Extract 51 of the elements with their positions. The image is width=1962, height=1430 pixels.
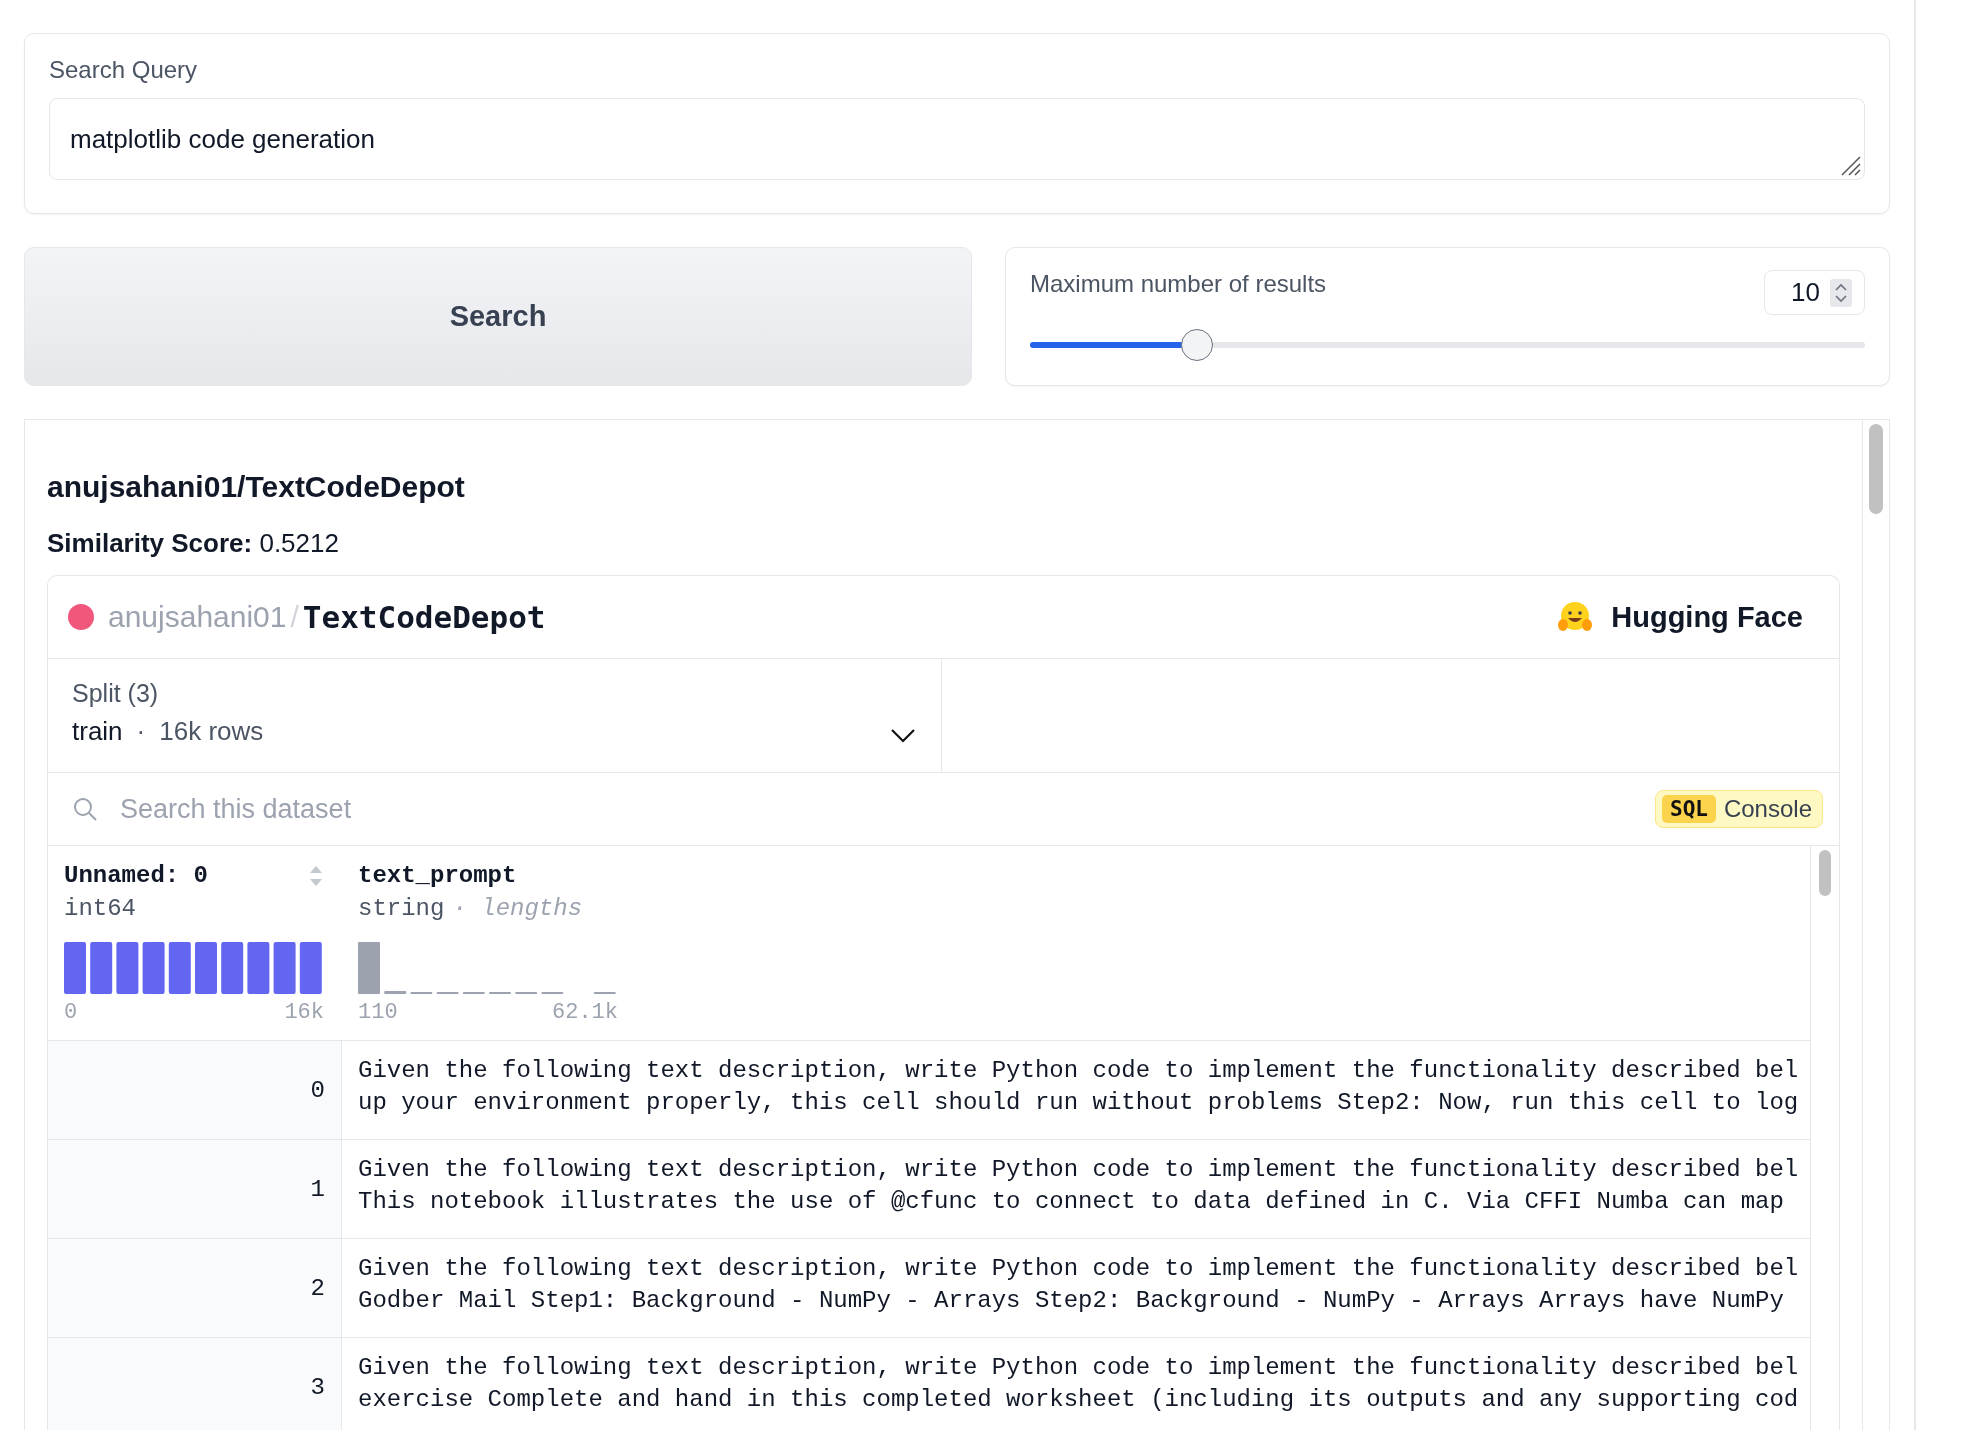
histogram-bar <box>195 942 217 994</box>
spinner-icon[interactable] <box>1830 278 1852 307</box>
dataset-name[interactable]: TextCodeDepot <box>302 599 546 635</box>
text-cell-text: Given the following text description, write Python code to implement the functionality described bel Godber Mail Step1: Background - NumPy - Arrays Step2: Background - NumPy - Arrays Arrays have NumPy <box>357 1254 1800 1316</box>
histogram-bar <box>142 942 165 994</box>
histogram-bar <box>116 942 139 994</box>
index-cell: 1 <box>48 1140 342 1238</box>
number-input[interactable]: 10 <box>1764 270 1865 315</box>
column-type-note: · lengths <box>452 895 583 922</box>
brand-name[interactable]: Hugging Face <box>1611 600 1803 634</box>
index-cell: 3 <box>48 1338 342 1430</box>
search-query-field[interactable]: matplotlib code generation <box>49 98 1865 180</box>
split-dropdown[interactable]: Split (3) train · 16k rows <box>48 659 942 772</box>
text-cell-text: Given the following text description, write Python code to implement the functionality described bel exercise Complete and hand in this completed worksheet (including its outputs and any supporting cod <box>357 1353 1800 1415</box>
text-cell-text: Given the following text description, write Python code to implement the functionality described bel up your environment properly, this cell should run without problems Step2: Now, run this cell to log <box>357 1056 1800 1118</box>
range-min: 110 <box>358 1000 398 1025</box>
search-icon <box>72 796 98 822</box>
slider-thumb[interactable] <box>1181 329 1213 361</box>
slider-track[interactable] <box>1030 329 1865 361</box>
path-separator: / <box>290 600 299 634</box>
histogram-bar <box>247 942 270 994</box>
scrollbar-thumb[interactable] <box>1869 424 1883 514</box>
column-type: int64 <box>64 895 136 922</box>
histogram-bar <box>90 942 113 994</box>
range-min: 0 <box>64 1000 78 1025</box>
scrollbar-thumb[interactable] <box>1819 850 1831 896</box>
histogram-bar <box>384 990 407 994</box>
similarity-score: Similarity Score: 0.5212 <box>47 528 340 559</box>
text-cell-text: Given the following text description, write Python code to implement the functionality described bel This notebook illustrates the use of @cfunc to connect to data defined in C. Via CFFI Numba can map <box>357 1155 1800 1217</box>
range-max: 62.1k <box>552 1000 618 1025</box>
resize-grip-icon[interactable] <box>1839 154 1861 176</box>
result-title: anujsahani01/TextCodeDepot <box>47 470 466 504</box>
smiley-icon <box>1557 600 1594 634</box>
column-name[interactable]: Unnamed: 0 <box>64 862 209 889</box>
histogram-bar <box>64 942 86 994</box>
histogram-bar <box>358 942 380 994</box>
field-label: Search Query <box>49 56 198 84</box>
index-cell: 2 <box>48 1239 342 1337</box>
search-button[interactable]: Search <box>24 247 972 386</box>
sql-console-button[interactable]: SQL Console <box>1655 790 1823 828</box>
histogram-bar <box>273 942 296 994</box>
histogram-bar <box>299 942 322 994</box>
slider-label: Maximum number of results <box>1030 270 1327 298</box>
index-cell: 0 <box>48 1041 342 1139</box>
status-dot-icon <box>68 604 94 630</box>
histogram-bar <box>221 942 244 994</box>
chevron-down-icon <box>890 727 916 743</box>
range-max: 16k <box>284 1000 324 1025</box>
column-name[interactable]: text_prompt <box>358 862 517 889</box>
column-type: string <box>358 895 445 922</box>
histogram-bar <box>168 942 191 994</box>
